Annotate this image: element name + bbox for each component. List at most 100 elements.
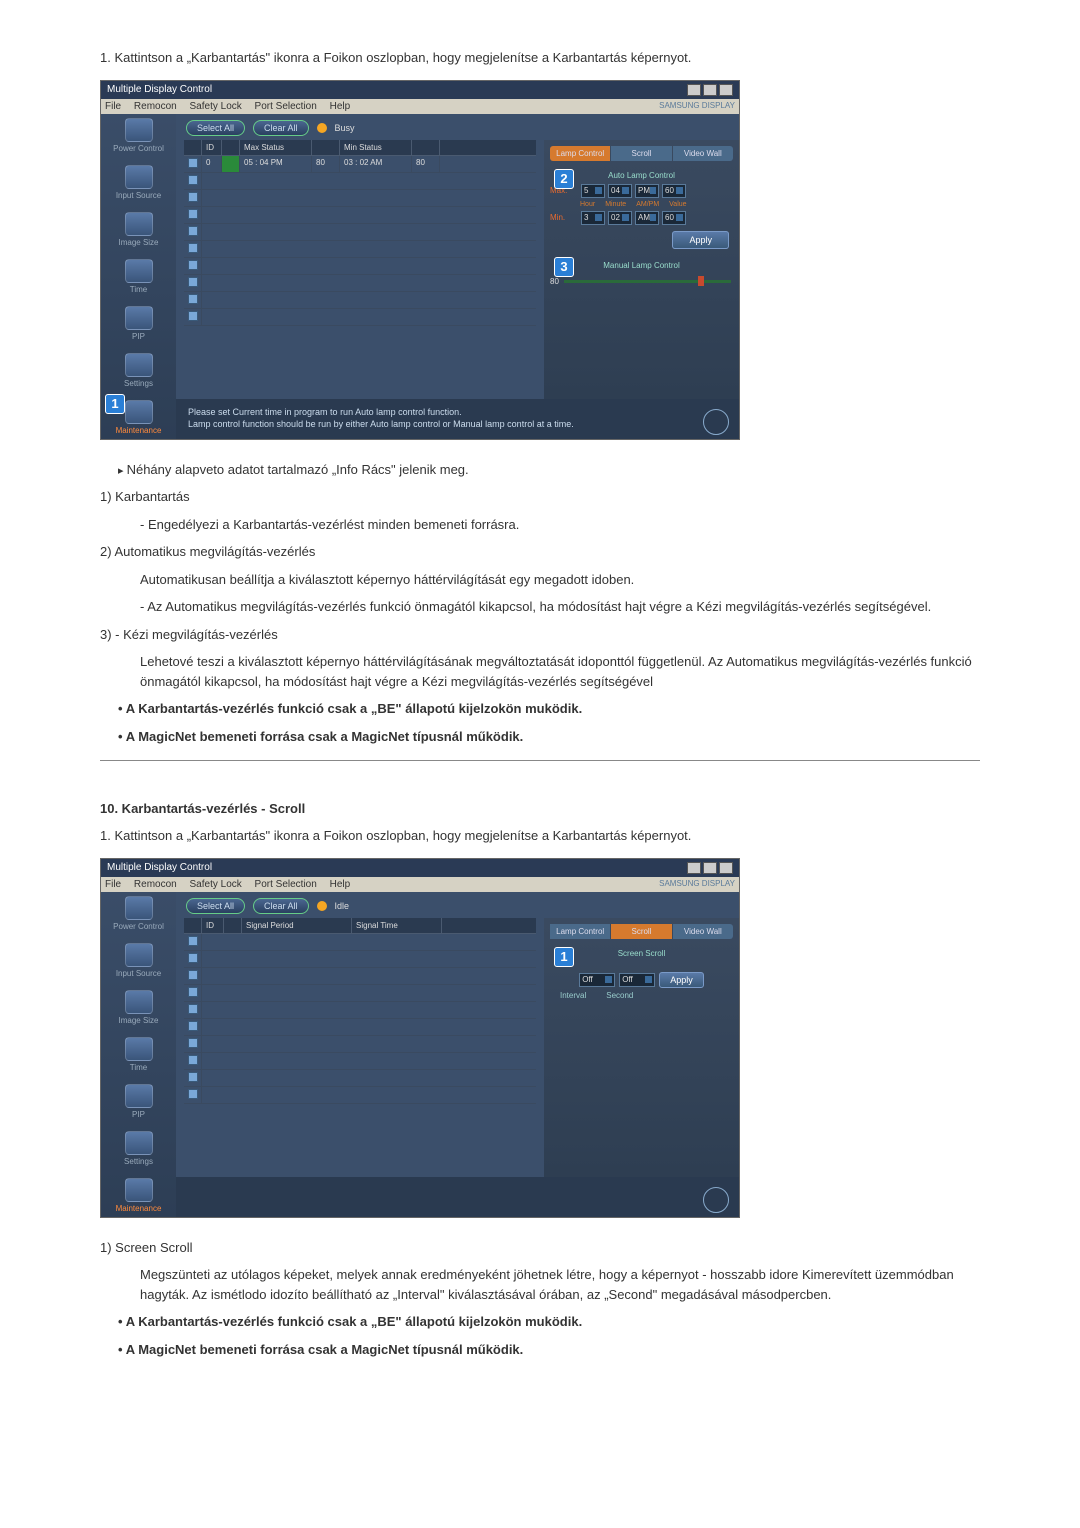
sidebar-item-time[interactable]: Time (103, 259, 174, 294)
checkbox-icon[interactable] (188, 311, 198, 321)
close-icon[interactable] (719, 862, 733, 874)
menu-safetylock[interactable]: Safety Lock (190, 879, 242, 890)
close-icon[interactable] (719, 84, 733, 96)
table-row (184, 968, 536, 985)
table-row (184, 207, 536, 224)
chevron-down-icon (645, 976, 652, 983)
menu-remocon[interactable]: Remocon (134, 879, 177, 890)
menu-help[interactable]: Help (330, 879, 351, 890)
sidebar-item-settings[interactable]: Settings (103, 1131, 174, 1166)
checkbox-icon[interactable] (188, 243, 198, 253)
tab-lamp-control[interactable]: Lamp Control (550, 924, 610, 939)
col-check (184, 140, 202, 155)
app-screenshot-1: Multiple Display Control File Remocon Sa… (100, 80, 740, 440)
menubar: File Remocon Safety Lock Port Selection … (101, 99, 739, 114)
sublabel-hour: Hour (580, 201, 595, 208)
checkbox-icon[interactable] (188, 1072, 198, 1082)
table-row (184, 1019, 536, 1036)
checkbox-icon[interactable] (188, 277, 198, 287)
interval-select[interactable]: Off (579, 973, 615, 987)
checkbox-icon[interactable] (188, 987, 198, 997)
checkbox-icon[interactable] (188, 175, 198, 185)
select-all-button[interactable]: Select All (186, 898, 245, 914)
sidebar-item-maintenance[interactable]: Maintenance (103, 1178, 174, 1213)
sidebar-item-pip[interactable]: PIP (103, 1084, 174, 1119)
footer-message (176, 1177, 739, 1217)
max-hour-select[interactable]: 5 (581, 184, 605, 198)
checkbox-icon[interactable] (188, 1055, 198, 1065)
checkbox-icon[interactable] (188, 1038, 198, 1048)
status-cell-icon (222, 156, 240, 172)
tab-scroll[interactable]: Scroll (611, 924, 671, 939)
tab-lamp-control[interactable]: Lamp Control (550, 146, 610, 161)
sidebar-item-power[interactable]: Power Control (103, 118, 174, 153)
checkbox-icon[interactable] (188, 260, 198, 270)
slider-thumb-icon[interactable] (698, 276, 704, 286)
apply-button[interactable]: Apply (659, 972, 704, 988)
checkbox-icon[interactable] (188, 1004, 198, 1014)
brightness-slider[interactable] (564, 280, 731, 283)
min-value-select[interactable]: 60 (662, 211, 686, 225)
table-row (184, 292, 536, 309)
min-hour-select[interactable]: 3 (581, 211, 605, 225)
sidebar-item-pip[interactable]: PIP (103, 306, 174, 341)
section-auto-lamp: Auto Lamp Control (550, 171, 733, 180)
sidebar-item-settings[interactable]: Settings (103, 353, 174, 388)
data-table: ID Max Status Min Status 0 05 : 04 PM (176, 140, 544, 400)
tab-video-wall[interactable]: Video Wall (673, 146, 733, 161)
table-row (184, 1053, 536, 1070)
col-maxval (312, 140, 340, 155)
second-select[interactable]: Off (619, 973, 655, 987)
menu-portselection[interactable]: Port Selection (255, 101, 317, 112)
checkbox-icon[interactable] (188, 1021, 198, 1031)
tab-scroll[interactable]: Scroll (611, 146, 671, 161)
col-signal-time: Signal Time (352, 918, 442, 933)
sidebar-item-imagesize[interactable]: Image Size (103, 990, 174, 1025)
checkbox-icon[interactable] (188, 158, 198, 168)
minimize-icon[interactable] (687, 84, 701, 96)
sidebar-item-input[interactable]: Input Source (103, 943, 174, 978)
sublabel-value: Value (669, 201, 686, 208)
clear-all-button[interactable]: Clear All (253, 898, 309, 914)
menu-safetylock[interactable]: Safety Lock (190, 101, 242, 112)
checkbox-icon[interactable] (188, 936, 198, 946)
menu-portselection[interactable]: Port Selection (255, 879, 317, 890)
titlebar: Multiple Display Control (101, 859, 739, 877)
chevron-down-icon (650, 187, 656, 194)
slider-value: 80 (550, 277, 559, 286)
checkbox-icon[interactable] (188, 970, 198, 980)
checkbox-icon[interactable] (188, 1089, 198, 1099)
sidebar-item-power[interactable]: Power Control (103, 896, 174, 931)
apply-button[interactable]: Apply (672, 231, 729, 249)
select-all-button[interactable]: Select All (186, 120, 245, 136)
menu-help[interactable]: Help (330, 101, 351, 112)
sidebar-item-imagesize[interactable]: Image Size (103, 212, 174, 247)
clear-all-button[interactable]: Clear All (253, 120, 309, 136)
table-row (184, 173, 536, 190)
sidebar-item-input[interactable]: Input Source (103, 165, 174, 200)
table-row[interactable]: 0 05 : 04 PM 80 03 : 02 AM 80 (184, 156, 536, 173)
min-minute-select[interactable]: 02 (608, 211, 632, 225)
checkbox-icon[interactable] (188, 294, 198, 304)
menu-file[interactable]: File (105, 101, 121, 112)
max-ampm-select[interactable]: PM (635, 184, 659, 198)
checkbox-icon[interactable] (188, 226, 198, 236)
checkbox-icon[interactable] (188, 209, 198, 219)
checkbox-icon[interactable] (188, 953, 198, 963)
maximize-icon[interactable] (703, 862, 717, 874)
menu-file[interactable]: File (105, 879, 121, 890)
tab-video-wall[interactable]: Video Wall (673, 924, 733, 939)
sidebar: Power Control Input Source Image Size Ti… (101, 892, 176, 1217)
item2-1-head: 1) Screen Scroll (100, 1238, 980, 1258)
min-ampm-select[interactable]: AM (635, 211, 659, 225)
checkbox-icon[interactable] (188, 192, 198, 202)
menu-remocon[interactable]: Remocon (134, 101, 177, 112)
sidebar-item-maintenance[interactable]: 1 Maintenance (103, 400, 174, 435)
minimize-icon[interactable] (687, 862, 701, 874)
table-row (184, 309, 536, 326)
control-panel: Lamp Control Scroll Video Wall 2 Auto La… (544, 140, 739, 400)
max-value-select[interactable]: 60 (662, 184, 686, 198)
max-minute-select[interactable]: 04 (608, 184, 632, 198)
maximize-icon[interactable] (703, 84, 717, 96)
sidebar-item-time[interactable]: Time (103, 1037, 174, 1072)
